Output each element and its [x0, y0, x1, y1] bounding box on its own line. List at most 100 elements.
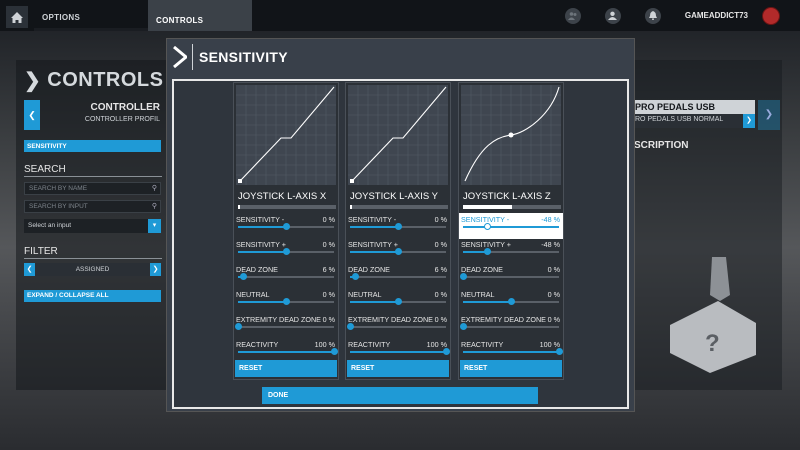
- reset-button[interactable]: RESET: [235, 360, 337, 377]
- device-selector[interactable]: PRO PEDALS USB RO PEDALS USB NORMAL ❯: [633, 100, 755, 128]
- sensitivity-button[interactable]: SENSITIVITY: [24, 140, 161, 152]
- slider-handle[interactable]: [282, 248, 290, 255]
- setting-row[interactable]: EXTREMITY DEAD ZONE 0 %: [346, 313, 450, 339]
- setting-slider-track[interactable]: [350, 298, 446, 305]
- setting-slider-track[interactable]: [346, 323, 446, 330]
- setting-row[interactable]: SENSITIVITY + 0 %: [346, 238, 450, 264]
- notification-bell-icon[interactable]: [644, 7, 661, 24]
- search-by-name-input[interactable]: SEARCH BY NAME ⚲: [24, 182, 161, 195]
- setting-slider-track[interactable]: [459, 273, 559, 280]
- profile-icon[interactable]: [604, 7, 621, 24]
- tab-controls[interactable]: CONTROLS: [148, 0, 252, 31]
- top-bar: OPTIONS CONTROLS GAMEADDICT73: [0, 0, 800, 31]
- setting-row[interactable]: SENSITIVITY - 0 %: [346, 213, 450, 239]
- setting-slider-track[interactable]: [238, 223, 334, 230]
- setting-row[interactable]: NEUTRAL 0 %: [459, 288, 563, 314]
- previous-arrow-icon[interactable]: ❮: [24, 100, 40, 130]
- expand-collapse-button[interactable]: EXPAND / COLLAPSE ALL: [24, 290, 161, 302]
- slider-handle[interactable]: [330, 348, 338, 355]
- filter-next-arrow-icon[interactable]: ❯: [150, 263, 161, 276]
- slider-handle[interactable]: [442, 348, 450, 355]
- chevron-down-icon: ▾: [148, 219, 161, 233]
- reset-button[interactable]: RESET: [347, 360, 449, 377]
- chevron-right-icon: [167, 39, 192, 75]
- setting-slider-track[interactable]: [463, 298, 559, 305]
- setting-slider-track[interactable]: [350, 273, 446, 280]
- slider-handle[interactable]: [507, 298, 515, 305]
- filter-prev-arrow-icon[interactable]: ❮: [24, 263, 35, 276]
- setting-row[interactable]: DEAD ZONE 6 %: [346, 263, 450, 289]
- setting-row[interactable]: NEUTRAL 0 %: [346, 288, 450, 314]
- setting-label: REACTIVITY: [461, 340, 504, 349]
- setting-row[interactable]: SENSITIVITY - -48 %: [459, 213, 563, 239]
- reset-button[interactable]: RESET: [460, 360, 562, 377]
- slider-handle[interactable]: [346, 323, 354, 330]
- setting-slider-track[interactable]: [459, 323, 559, 330]
- slider-handle[interactable]: [282, 223, 290, 230]
- setting-row[interactable]: SENSITIVITY + 0 %: [234, 238, 338, 264]
- setting-value: 0 %: [322, 240, 335, 249]
- axis-input-fill: [350, 205, 352, 209]
- setting-label: REACTIVITY: [348, 340, 391, 349]
- filter-heading: FILTER: [24, 246, 58, 257]
- setting-slider-track[interactable]: [238, 248, 334, 255]
- setting-slider-track[interactable]: [463, 348, 563, 355]
- controller-profile: CONTROLLER PROFIL: [84, 116, 160, 123]
- setting-slider-track[interactable]: [463, 248, 559, 255]
- setting-slider-track[interactable]: [463, 223, 559, 230]
- slider-handle[interactable]: [282, 298, 290, 305]
- setting-row[interactable]: SENSITIVITY - 0 %: [234, 213, 338, 239]
- slider-handle[interactable]: [394, 248, 402, 255]
- slider-handle[interactable]: [484, 248, 492, 255]
- setting-value: 6 %: [434, 265, 447, 274]
- done-button[interactable]: DONE: [262, 387, 538, 404]
- setting-slider-fill: [238, 226, 286, 228]
- modal-header: SENSITIVITY: [167, 39, 634, 75]
- slider-handle[interactable]: [352, 273, 360, 280]
- setting-slider-track[interactable]: [238, 348, 338, 355]
- slider-handle[interactable]: [484, 223, 492, 230]
- home-icon: [6, 6, 28, 28]
- setting-slider-track[interactable]: [238, 273, 334, 280]
- username[interactable]: GAMEADDICT73: [685, 11, 748, 20]
- modal-title: SENSITIVITY: [199, 49, 288, 65]
- select-input-value: Select an input: [28, 222, 72, 229]
- top-bar-right: GAMEADDICT73: [564, 0, 800, 31]
- setting-row[interactable]: DEAD ZONE 0 %: [459, 263, 563, 289]
- setting-slider-track[interactable]: [234, 323, 334, 330]
- select-input-dropdown[interactable]: Select an input ▾: [24, 219, 161, 233]
- tab-options[interactable]: OPTIONS: [34, 0, 148, 31]
- avatar[interactable]: [762, 6, 780, 25]
- setting-slider-track[interactable]: [350, 223, 446, 230]
- friends-icon[interactable]: [564, 7, 581, 24]
- setting-label: DEAD ZONE: [461, 265, 503, 274]
- axis-label: JOYSTICK L-AXIS X: [238, 191, 327, 202]
- device-profile-arrow-icon[interactable]: ❯: [743, 114, 755, 128]
- slider-handle[interactable]: [555, 348, 563, 355]
- slider-handle[interactable]: [234, 323, 242, 330]
- next-arrow-icon[interactable]: ❯: [758, 100, 780, 130]
- setting-row[interactable]: SENSITIVITY + -48 %: [459, 238, 563, 264]
- slider-handle[interactable]: [240, 273, 248, 280]
- slider-handle[interactable]: [394, 223, 402, 230]
- search-by-input-field[interactable]: SEARCH BY INPUT ⚲: [24, 200, 161, 213]
- setting-row[interactable]: NEUTRAL 0 %: [234, 288, 338, 314]
- setting-row[interactable]: DEAD ZONE 6 %: [234, 263, 338, 289]
- slider-handle[interactable]: [459, 323, 467, 330]
- setting-slider-fill: [350, 301, 398, 303]
- setting-row[interactable]: EXTREMITY DEAD ZONE 0 %: [459, 313, 563, 339]
- setting-slider-track[interactable]: [350, 348, 450, 355]
- setting-row[interactable]: EXTREMITY DEAD ZONE 0 %: [234, 313, 338, 339]
- axis-input-bar: [350, 205, 448, 209]
- axis-label: JOYSTICK L-AXIS Y: [350, 191, 438, 202]
- controller-selector: ❮ CONTROLLER CONTROLLER PROFIL: [24, 100, 162, 130]
- setting-slider-track[interactable]: [238, 298, 334, 305]
- curve-point: [238, 179, 242, 183]
- setting-slider-track[interactable]: [350, 248, 446, 255]
- slider-handle[interactable]: [459, 273, 467, 280]
- home-button[interactable]: [0, 0, 34, 31]
- setting-slider-fill: [350, 226, 398, 228]
- page-title: ❯ CONTROLS: [24, 68, 163, 93]
- filter-selector[interactable]: ❮ ASSIGNED ❯: [24, 263, 161, 276]
- slider-handle[interactable]: [394, 298, 402, 305]
